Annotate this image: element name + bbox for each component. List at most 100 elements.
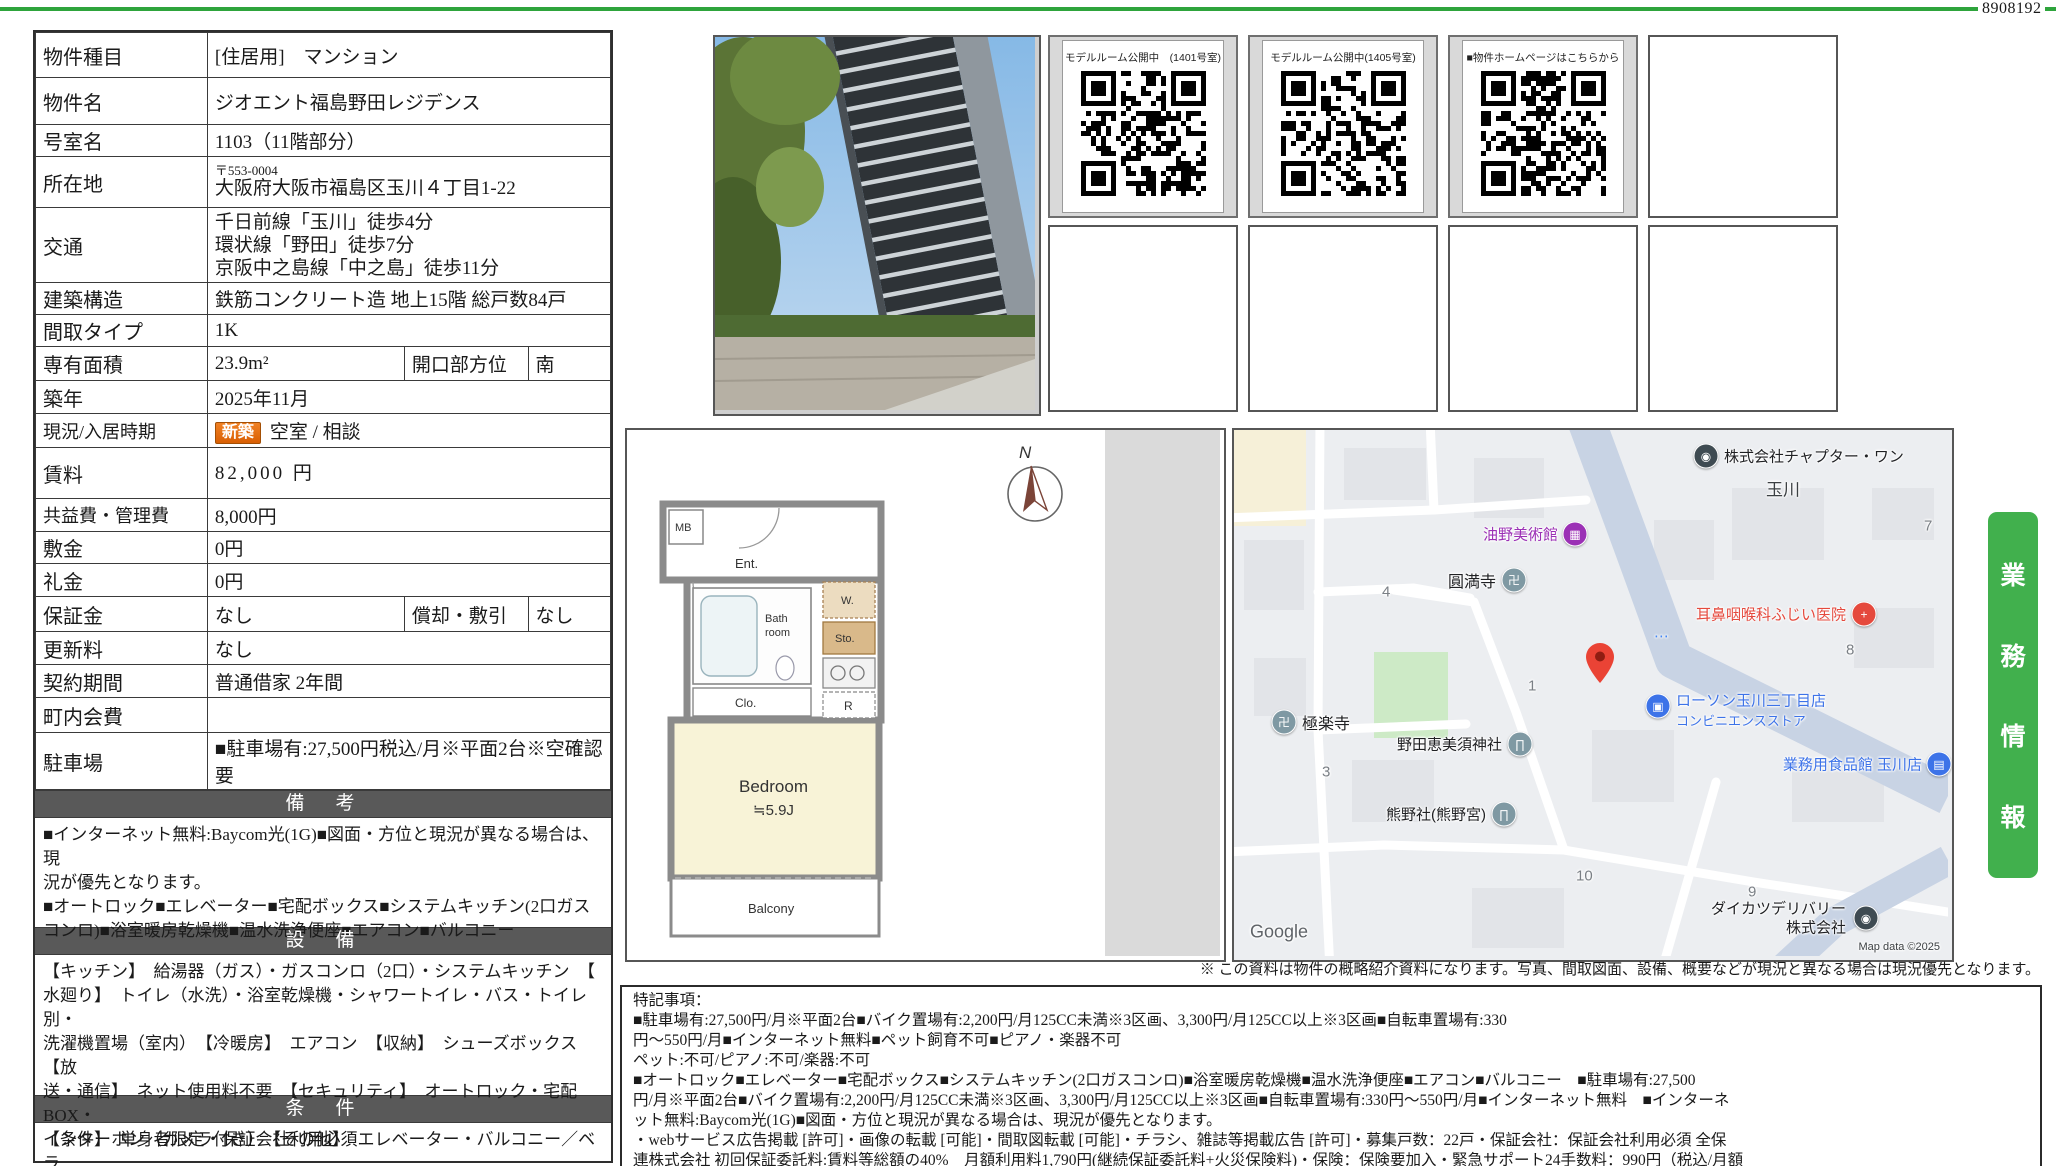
map-label-temple-enmanji[interactable]: 圓満寺 — [1448, 568, 1496, 592]
map-markers: ◉株式会社チャプター・ワン玉川7油野美術館▦圓満寺卍4⋯耳鼻咽喉科ふじい医院+8… — [1234, 430, 1952, 960]
field-value: [住居用] マンション — [207, 33, 610, 78]
row-contract-term: 契約期間普通借家 2年間 — [36, 665, 611, 698]
qr-caption-3: ■物件ホームページはこちらから — [1463, 41, 1623, 65]
map-label-foodstore-tamagawa[interactable]: 業務用食品館 玉川店 — [1783, 754, 1922, 775]
map-label-company-chapterone[interactable]: 株式会社チャプター・ワン — [1724, 446, 1904, 467]
map-label-clinic-fujii[interactable]: 耳鼻咽喉科ふじい医院 — [1696, 604, 1846, 625]
qr-caption-1: モデルルーム公開中 (1401号室) — [1063, 41, 1223, 65]
field-label: 交通 — [36, 208, 208, 283]
foodstore-tamagawa-icon[interactable]: ▤ — [1927, 752, 1952, 777]
field-label: 敷金 — [36, 532, 208, 564]
company-chapterone-icon[interactable]: ◉ — [1694, 444, 1719, 469]
photo-placeholder-box — [1448, 225, 1638, 412]
map-label-google-logo: Google — [1250, 922, 1308, 943]
field-sublabel: 開口部方位 — [404, 347, 528, 381]
map-street-number: 8 — [1846, 642, 1854, 659]
top-accent-line — [0, 7, 1978, 11]
row-transit: 交通千日前線「玉川」徒歩4分環状線「野田」徒歩7分京阪中之島線「中之島」徒歩11… — [36, 208, 611, 283]
qr-caption-2: モデルルーム公開中(1405号室) — [1263, 41, 1423, 65]
qr-code-3 — [1481, 71, 1606, 201]
map-street-number: 10 — [1576, 868, 1593, 885]
field-label: 現況/入居時期 — [36, 414, 208, 448]
disclaimer-note: ※ この資料は物件の概略紹介資料になります。写真、間取図面、設備、概要などが現況… — [620, 958, 2040, 979]
map-label-delivery-daikatsu-2: 株式会社 — [1786, 917, 1846, 938]
map-street-number: 3 — [1322, 764, 1330, 781]
compass-icon: N — [1008, 443, 1062, 521]
field-value: 新築空室 / 相談 — [207, 414, 610, 448]
map-label-delivery-daikatsu[interactable]: ダイカツデリバリー — [1711, 898, 1846, 919]
temple-enmanji-icon[interactable]: 卍 — [1502, 568, 1527, 593]
svg-text:room: room — [765, 627, 790, 639]
field-label: 物件種目 — [36, 33, 208, 78]
lawson-store-icon[interactable]: ▣ — [1646, 694, 1671, 719]
qr-card-2: モデルルーム公開中(1405号室) — [1248, 35, 1438, 218]
map-label-temple-gokurakuji[interactable]: 極楽寺 — [1302, 710, 1350, 734]
svg-text:Bath: Bath — [765, 613, 788, 625]
delivery-daikatsu-icon[interactable]: ◉ — [1854, 906, 1879, 931]
qr-card-3: ■物件ホームページはこちらから — [1448, 35, 1638, 218]
field-value: 千日前線「玉川」徒歩4分環状線「野田」徒歩7分京阪中之島線「中之島」徒歩11分 — [207, 208, 610, 283]
field-label: 所在地 — [36, 157, 208, 208]
address-text: 大阪府大阪市福島区玉川４丁目1-22 — [215, 178, 603, 200]
shrine-noda-ebisu-icon[interactable]: ∏ — [1508, 732, 1533, 757]
map-pin-icon[interactable] — [1586, 643, 1614, 688]
field-subvalue: なし — [528, 597, 610, 632]
field-value: 0円 — [207, 564, 610, 597]
photo-placeholder-box — [1248, 225, 1438, 412]
clinic-fujii-icon[interactable]: + — [1852, 602, 1877, 627]
equipment-text: 【キッチン】 給湯器（ガス）・ガスコンロ（2口）・システムキッチン 【水廻り】 … — [35, 955, 611, 1095]
row-property-name: 物件名ジオエント福島野田レジデンス — [36, 78, 611, 125]
map-street-number: 4 — [1382, 584, 1390, 601]
field-value: なし — [207, 597, 404, 632]
floor-plan: N MB Ent. W. Sto. R — [625, 428, 1226, 962]
property-table: 物件種目[住居用] マンション 物件名ジオエント福島野田レジデンス 号室名110… — [33, 30, 613, 1163]
field-value: 〒553-0004大阪府大阪市福島区玉川４丁目1-22 — [207, 157, 610, 208]
row-parking: 駐車場■駐車場有:27,500円税込/月※平面2台※空確認要 — [36, 733, 611, 790]
neighborhood-map[interactable]: ◉株式会社チャプター・ワン玉川7油野美術館▦圓満寺卍4⋯耳鼻咽喉科ふじい医院+8… — [1232, 428, 1954, 962]
map-label-shrine-kumano[interactable]: 熊野社(熊野宮) — [1386, 804, 1486, 825]
svg-text:W.: W. — [841, 595, 854, 607]
row-key-money: 礼金0円 — [36, 564, 611, 597]
field-value: 鉄筋コンクリート造 地上15階 総戸数84戸 — [207, 283, 610, 315]
photo-placeholder-box — [1048, 225, 1238, 412]
map-label-shrine-noda-ebisu[interactable]: 野田恵美須神社 — [1397, 734, 1502, 755]
map-label-museum-yuno[interactable]: 油野美術館 — [1483, 524, 1558, 545]
field-value: ジオエント福島野田レジデンス — [207, 78, 610, 125]
section-header-remarks: 備 考 — [35, 790, 611, 818]
map-label-map-attribution: Map data ©2025 — [1859, 941, 1941, 953]
row-common-fee: 共益費・管理費8,000円 — [36, 499, 611, 532]
field-label: 共益費・管理費 — [36, 499, 208, 532]
map-label-lawson-store-sub: コンビニエンスストア — [1676, 711, 1806, 730]
document-number: 8908192 — [1982, 0, 2042, 18]
svg-text:MB: MB — [675, 522, 692, 534]
museum-yuno-icon[interactable]: ▦ — [1563, 522, 1588, 547]
svg-text:≒5.9J: ≒5.9J — [753, 802, 794, 819]
qr-code-2 — [1281, 71, 1406, 201]
shrine-kumano-icon[interactable]: ∏ — [1492, 802, 1517, 827]
business-info-tab[interactable]: 業 務 情 報 — [1988, 512, 2038, 878]
postal-code: 〒553-0004 — [215, 164, 603, 178]
row-rent: 賃料82,000 円 — [36, 448, 611, 499]
field-label: 号室名 — [36, 125, 208, 157]
svg-text:N: N — [1019, 443, 1032, 462]
row-floor-area: 専有面積23.9m²開口部方位南 — [36, 347, 611, 381]
property-sheet-page: 8908192 物件種目[住居用] マンション 物件名ジオエント福島野田レジデン… — [0, 0, 2056, 1166]
tab-char: 務 — [2000, 637, 2025, 673]
tab-char: 情 — [2000, 717, 2025, 753]
field-label: 築年 — [36, 381, 208, 414]
map-label-lawson-store[interactable]: ローソン玉川三丁目店 — [1676, 690, 1826, 711]
field-value: 1K — [207, 315, 610, 347]
row-room-number: 号室名1103（11階部分） — [36, 125, 611, 157]
map-street-number: ⋯ — [1654, 627, 1669, 645]
building-photo — [713, 35, 1041, 416]
field-sublabel: 償却・敷引 — [404, 597, 528, 632]
map-label-district-tamagawa: 玉川 — [1766, 476, 1800, 501]
new-construction-badge: 新築 — [215, 422, 261, 444]
temple-gokurakuji-icon[interactable]: 卍 — [1272, 710, 1297, 735]
field-label: 駐車場 — [36, 733, 208, 790]
svg-text:Balcony: Balcony — [748, 901, 795, 916]
field-label: 専有面積 — [36, 347, 208, 381]
photo-placeholder-box — [1648, 225, 1838, 412]
svg-text:Clo.: Clo. — [735, 696, 756, 710]
svg-text:Sto.: Sto. — [835, 633, 855, 645]
